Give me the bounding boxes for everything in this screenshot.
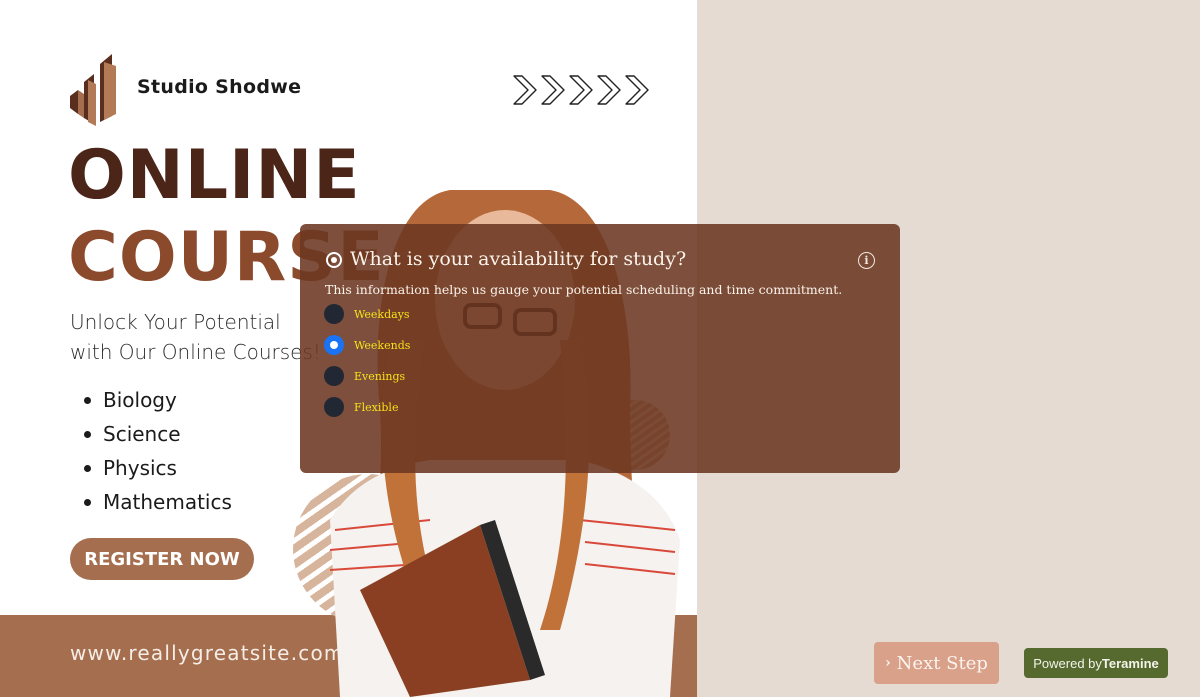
next-step-button[interactable]: › Next Step	[874, 642, 999, 684]
question-description: This information helps us gauge your pot…	[325, 282, 843, 297]
powered-prefix: Powered by	[1033, 655, 1102, 671]
option-evenings[interactable]: Evenings	[324, 366, 405, 386]
bullet-icon	[84, 498, 91, 506]
subject-item: Biology	[84, 383, 232, 417]
logo-bars-icon	[70, 54, 116, 126]
radio-button[interactable]	[324, 304, 344, 324]
tagline: Unlock Your Potential with Our Online Co…	[70, 307, 321, 367]
option-label[interactable]: Weekdays	[354, 308, 410, 321]
website-url: www.reallygreatsite.com	[70, 641, 345, 665]
bullet-icon	[84, 430, 91, 438]
subject-item: Mathematics	[84, 485, 232, 519]
radio-button[interactable]	[324, 366, 344, 386]
option-label[interactable]: Evenings	[354, 370, 405, 383]
option-label[interactable]: Weekends	[354, 339, 410, 352]
option-label[interactable]: Flexible	[354, 401, 398, 414]
radio-button-selected[interactable]	[324, 335, 344, 355]
title-online: ONLINE	[68, 136, 361, 215]
tagline-line-2: with Our Online Courses!	[70, 340, 321, 364]
radio-question-icon	[326, 252, 342, 268]
brand-name: Studio Shodwe	[137, 76, 302, 98]
powered-by-badge[interactable]: Powered by Teramine	[1024, 648, 1168, 678]
question-title: What is your availability for study?	[350, 248, 687, 270]
option-weekends[interactable]: Weekends	[324, 335, 410, 355]
info-circle-icon[interactable]: i	[858, 252, 875, 269]
chevrons-decoration-icon	[513, 75, 649, 105]
subject-list: Biology Science Physics Mathematics	[84, 383, 232, 519]
tagline-line-1: Unlock Your Potential	[70, 310, 281, 334]
option-flexible[interactable]: Flexible	[324, 397, 398, 417]
chevron-right-icon: ›	[885, 655, 891, 671]
bullet-icon	[84, 396, 91, 404]
powered-brand: Teramine	[1101, 655, 1159, 671]
bullet-icon	[84, 464, 91, 472]
option-weekdays[interactable]: Weekdays	[324, 304, 410, 324]
subject-item: Science	[84, 417, 232, 451]
radio-button[interactable]	[324, 397, 344, 417]
next-step-label: Next Step	[896, 652, 988, 674]
subject-item: Physics	[84, 451, 232, 485]
register-now-button: REGISTER NOW	[70, 538, 254, 580]
